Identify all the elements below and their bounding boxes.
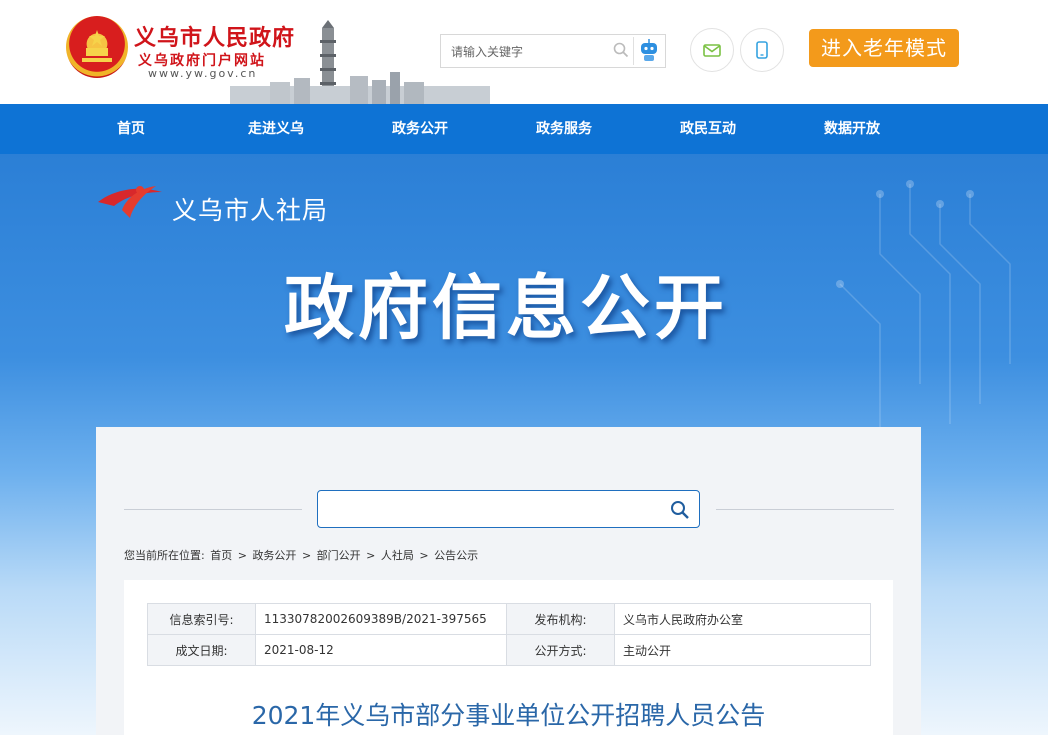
- breadcrumb-separator: >: [301, 549, 312, 562]
- header-search-input[interactable]: [449, 41, 613, 63]
- breadcrumb: 您当前所在位置: 首页 > 政务公开 > 部门公开 > 人社局 > 公告公示: [124, 547, 480, 563]
- breadcrumb-separator: >: [366, 549, 376, 562]
- index-value: 11330782002609389B/2021-397565: [255, 603, 507, 635]
- nav-item-home[interactable]: 首页: [117, 104, 145, 154]
- document-title: 2021年义乌市部分事业单位公开招聘人员公告: [251, 701, 766, 730]
- hrss-logo-icon: [98, 186, 162, 218]
- breadcrumb-item-department[interactable]: 部门公开: [317, 549, 361, 562]
- phone-icon[interactable]: [740, 28, 784, 72]
- search-icon[interactable]: [670, 500, 690, 520]
- publisher-value: 义乌市人民政府办公室: [614, 603, 871, 635]
- department-name: 义乌市人社局: [172, 196, 329, 225]
- breadcrumb-item-home[interactable]: 首页: [210, 549, 232, 562]
- breadcrumb-separator: >: [237, 549, 247, 562]
- elder-mode-button[interactable]: 进入老年模式: [809, 29, 959, 67]
- document-meta-table: 信息索引号: 11330782002609389B/2021-397565 发布…: [147, 603, 871, 666]
- header-search: [440, 34, 666, 68]
- envelope-icon[interactable]: [690, 28, 734, 72]
- nav-item-open-data[interactable]: 数据开放: [824, 104, 880, 154]
- circuit-decoration-icon: [836, 180, 1011, 444]
- national-emblem-icon: [66, 16, 128, 78]
- table-row: 成文日期: 2021-08-12 公开方式: 主动公开: [147, 634, 871, 666]
- breadcrumb-separator: >: [419, 549, 429, 562]
- banner-title: 政府信息公开: [284, 267, 728, 349]
- divider-right: [716, 509, 894, 510]
- search-icon[interactable]: [613, 42, 629, 58]
- date-value: 2021-08-12: [255, 634, 507, 666]
- breadcrumb-item-disclosure[interactable]: 政务公开: [252, 549, 296, 562]
- breadcrumb-prefix: 您当前所在位置:: [124, 549, 205, 562]
- site-header: 义乌市人民政府 义乌政府门户网站 www.yw.gov.cn 请输入关键字 进入…: [0, 0, 1048, 104]
- nav-item-gov-service[interactable]: 政务服务: [536, 104, 592, 154]
- mode-label: 公开方式:: [506, 634, 615, 666]
- table-row: 信息索引号: 11330782002609389B/2021-397565 发布…: [147, 603, 871, 635]
- date-label: 成文日期:: [147, 634, 256, 666]
- nav-item-about-yiwu[interactable]: 走进义乌: [248, 104, 304, 154]
- nav-item-interaction[interactable]: 政民互动: [680, 104, 736, 154]
- nav-item-gov-disclosure[interactable]: 政务公开: [392, 104, 448, 154]
- divider-left: [124, 509, 302, 510]
- robot-icon[interactable]: [633, 37, 664, 65]
- content-search-input[interactable]: [328, 499, 662, 521]
- index-label: 信息索引号:: [147, 603, 256, 635]
- content-search: [317, 490, 700, 528]
- breadcrumb-item-hrss[interactable]: 人社局: [381, 549, 414, 562]
- breadcrumb-item-notice[interactable]: 公告公示: [434, 549, 478, 562]
- main-nav: 首页 走进义乌 政务公开 政务服务 政民互动 数据开放: [0, 104, 1048, 154]
- publisher-label: 发布机构:: [506, 603, 615, 635]
- mode-value: 主动公开: [614, 634, 871, 666]
